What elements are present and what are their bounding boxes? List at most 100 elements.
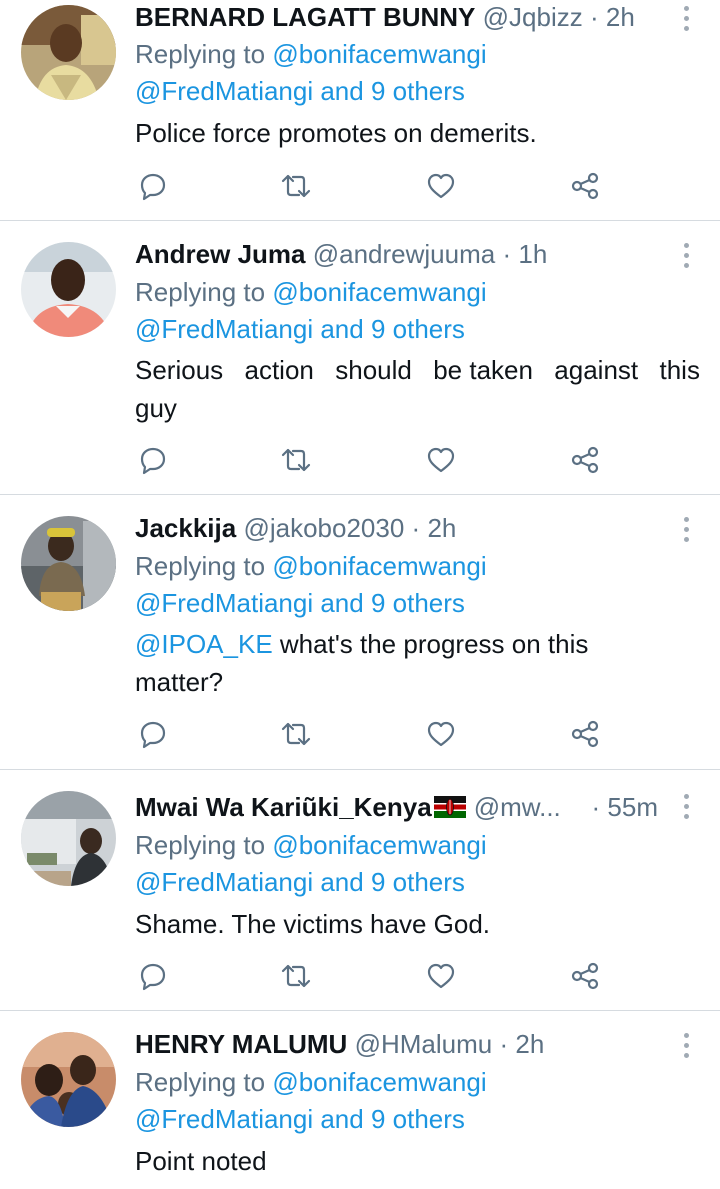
share-icon[interactable] xyxy=(567,168,603,204)
tweet-word: this xyxy=(659,355,700,385)
separator-dot: · xyxy=(591,792,601,822)
more-options-icon[interactable] xyxy=(680,1031,692,1061)
timestamp[interactable]: 2h xyxy=(427,513,456,543)
avatar[interactable] xyxy=(21,1032,116,1127)
replying-label: Replying to xyxy=(135,277,266,307)
tweet-actions xyxy=(135,442,615,478)
tweet[interactable]: Mwai Wa Kariũki_Kenya @mw... · 55m Reply… xyxy=(0,770,720,1010)
user-handle[interactable]: @HMalumu xyxy=(355,1029,493,1059)
replying-to-more: @FredMatiangi and 9 others xyxy=(135,864,700,901)
replying-label: Replying to xyxy=(135,551,266,581)
timestamp[interactable]: 55m xyxy=(607,792,658,822)
reply-icon[interactable] xyxy=(135,168,171,204)
share-icon[interactable] xyxy=(567,958,603,994)
reply-mention[interactable]: @bonifacemwangi xyxy=(272,277,486,307)
reply-others-link[interactable]: @FredMatiangi and 9 others xyxy=(135,1104,465,1134)
tweet-header: Andrew Juma @andrewjuuma · 1h xyxy=(135,237,676,271)
display-name[interactable]: Andrew Juma xyxy=(135,239,306,269)
replying-label: Replying to xyxy=(135,830,266,860)
tweet-word: be taken xyxy=(433,355,533,385)
reply-others-link[interactable]: @FredMatiangi and 9 others xyxy=(135,314,465,344)
tweet-word: should xyxy=(335,355,412,385)
replying-label: Replying to xyxy=(135,39,266,69)
replying-to-more: @FredMatiangi and 9 others xyxy=(135,1101,700,1138)
more-options-icon[interactable] xyxy=(680,792,692,822)
reply-mention[interactable]: @bonifacemwangi xyxy=(272,1067,486,1097)
avatar[interactable] xyxy=(21,516,116,611)
more-options-icon[interactable] xyxy=(680,4,692,34)
replying-to: Replying to @bonifacemwangi xyxy=(135,827,700,864)
tweet-word: against xyxy=(554,355,639,385)
tweet[interactable]: HENRY MALUMU @HMalumu · 2h Replying to @… xyxy=(0,1011,720,1189)
separator-dot: · xyxy=(502,239,512,269)
user-handle[interactable]: @jakobo2030 xyxy=(243,513,404,543)
share-icon[interactable] xyxy=(567,442,603,478)
user-handle[interactable]: @andrewjuuma xyxy=(313,239,495,269)
avatar[interactable] xyxy=(21,5,116,100)
tweet-header: BERNARD LAGATT BUNNY @Jqbizz · 2h xyxy=(135,0,676,34)
tweet-actions xyxy=(135,958,615,994)
tweet[interactable]: BERNARD LAGATT BUNNY @Jqbizz · 2h Replyi… xyxy=(0,0,720,220)
reply-icon[interactable] xyxy=(135,442,171,478)
tweet-text: Police force promotes on demerits. xyxy=(135,118,537,148)
reply-others-link[interactable]: @FredMatiangi and 9 others xyxy=(135,588,465,618)
replying-to-more: @FredMatiangi and 9 others xyxy=(135,585,700,622)
tweet-header: Jackkija @jakobo2030 · 2h xyxy=(135,511,676,545)
kenya-flag-icon xyxy=(433,792,466,824)
like-icon[interactable] xyxy=(423,442,459,478)
tweet-text: Serious action should be taken against t… xyxy=(135,352,700,389)
share-icon[interactable] xyxy=(567,716,603,752)
avatar[interactable] xyxy=(21,791,116,886)
tweet-text: @IPOA_KE what's the progress on this xyxy=(135,626,700,663)
user-handle[interactable]: @Jqbizz xyxy=(483,2,583,32)
retweet-icon[interactable] xyxy=(278,958,314,994)
separator-dot: · xyxy=(499,1029,509,1059)
tweet-text-line-2: guy xyxy=(135,393,177,423)
display-name[interactable]: Mwai Wa Kariũki_Kenya xyxy=(135,792,432,822)
more-options-icon[interactable] xyxy=(680,515,692,545)
replying-to: Replying to @bonifacemwangi xyxy=(135,548,700,585)
tweet-mention[interactable]: @IPOA_KE xyxy=(135,629,273,659)
avatar[interactable] xyxy=(21,242,116,337)
timestamp[interactable]: 2h xyxy=(515,1029,544,1059)
timestamp[interactable]: 2h xyxy=(606,2,635,32)
replying-to: Replying to @bonifacemwangi xyxy=(135,274,700,311)
tweet[interactable]: Jackkija @jakobo2030 · 2h Replying to @b… xyxy=(0,495,720,769)
tweet-header: HENRY MALUMU @HMalumu · 2h xyxy=(135,1027,676,1061)
like-icon[interactable] xyxy=(423,958,459,994)
reply-mention[interactable]: @bonifacemwangi xyxy=(272,39,486,69)
replying-to: Replying to @bonifacemwangi xyxy=(135,36,700,73)
retweet-icon[interactable] xyxy=(278,716,314,752)
replying-to: Replying to @bonifacemwangi xyxy=(135,1064,700,1101)
display-name[interactable]: BERNARD LAGATT BUNNY xyxy=(135,2,475,32)
like-icon[interactable] xyxy=(423,168,459,204)
timestamp-group: · 55m xyxy=(592,790,658,824)
tweet-word: Serious xyxy=(135,355,224,385)
reply-icon[interactable] xyxy=(135,958,171,994)
tweet-word: action xyxy=(244,355,314,385)
like-icon[interactable] xyxy=(423,716,459,752)
replying-to-more: @FredMatiangi and 9 others xyxy=(135,311,700,348)
tweet[interactable]: Andrew Juma @andrewjuuma · 1h Replying t… xyxy=(0,221,720,494)
tweet-text: Point noted xyxy=(135,1146,267,1176)
tweet-text-line-2: matter? xyxy=(135,667,224,697)
display-name[interactable]: Jackkija xyxy=(135,513,236,543)
user-handle[interactable]: @mw... xyxy=(474,792,561,822)
replying-to-more: @FredMatiangi and 9 others xyxy=(135,73,700,110)
reply-others-link[interactable]: @FredMatiangi and 9 others xyxy=(135,76,465,106)
retweet-icon[interactable] xyxy=(278,442,314,478)
tweet-actions xyxy=(135,168,615,204)
reply-mention[interactable]: @bonifacemwangi xyxy=(272,830,486,860)
replying-label: Replying to xyxy=(135,1067,266,1097)
timestamp[interactable]: 1h xyxy=(518,239,547,269)
separator-dot: · xyxy=(411,513,421,543)
reply-others-link[interactable]: @FredMatiangi and 9 others xyxy=(135,867,465,897)
separator-dot: · xyxy=(589,2,599,32)
retweet-icon[interactable] xyxy=(278,168,314,204)
tweet-text: Shame. The victims have God. xyxy=(135,909,491,939)
reply-icon[interactable] xyxy=(135,716,171,752)
reply-mention[interactable]: @bonifacemwangi xyxy=(272,551,486,581)
tweet-text-part: what's the progress on this xyxy=(272,629,589,659)
display-name[interactable]: HENRY MALUMU xyxy=(135,1029,347,1059)
more-options-icon[interactable] xyxy=(680,241,692,271)
